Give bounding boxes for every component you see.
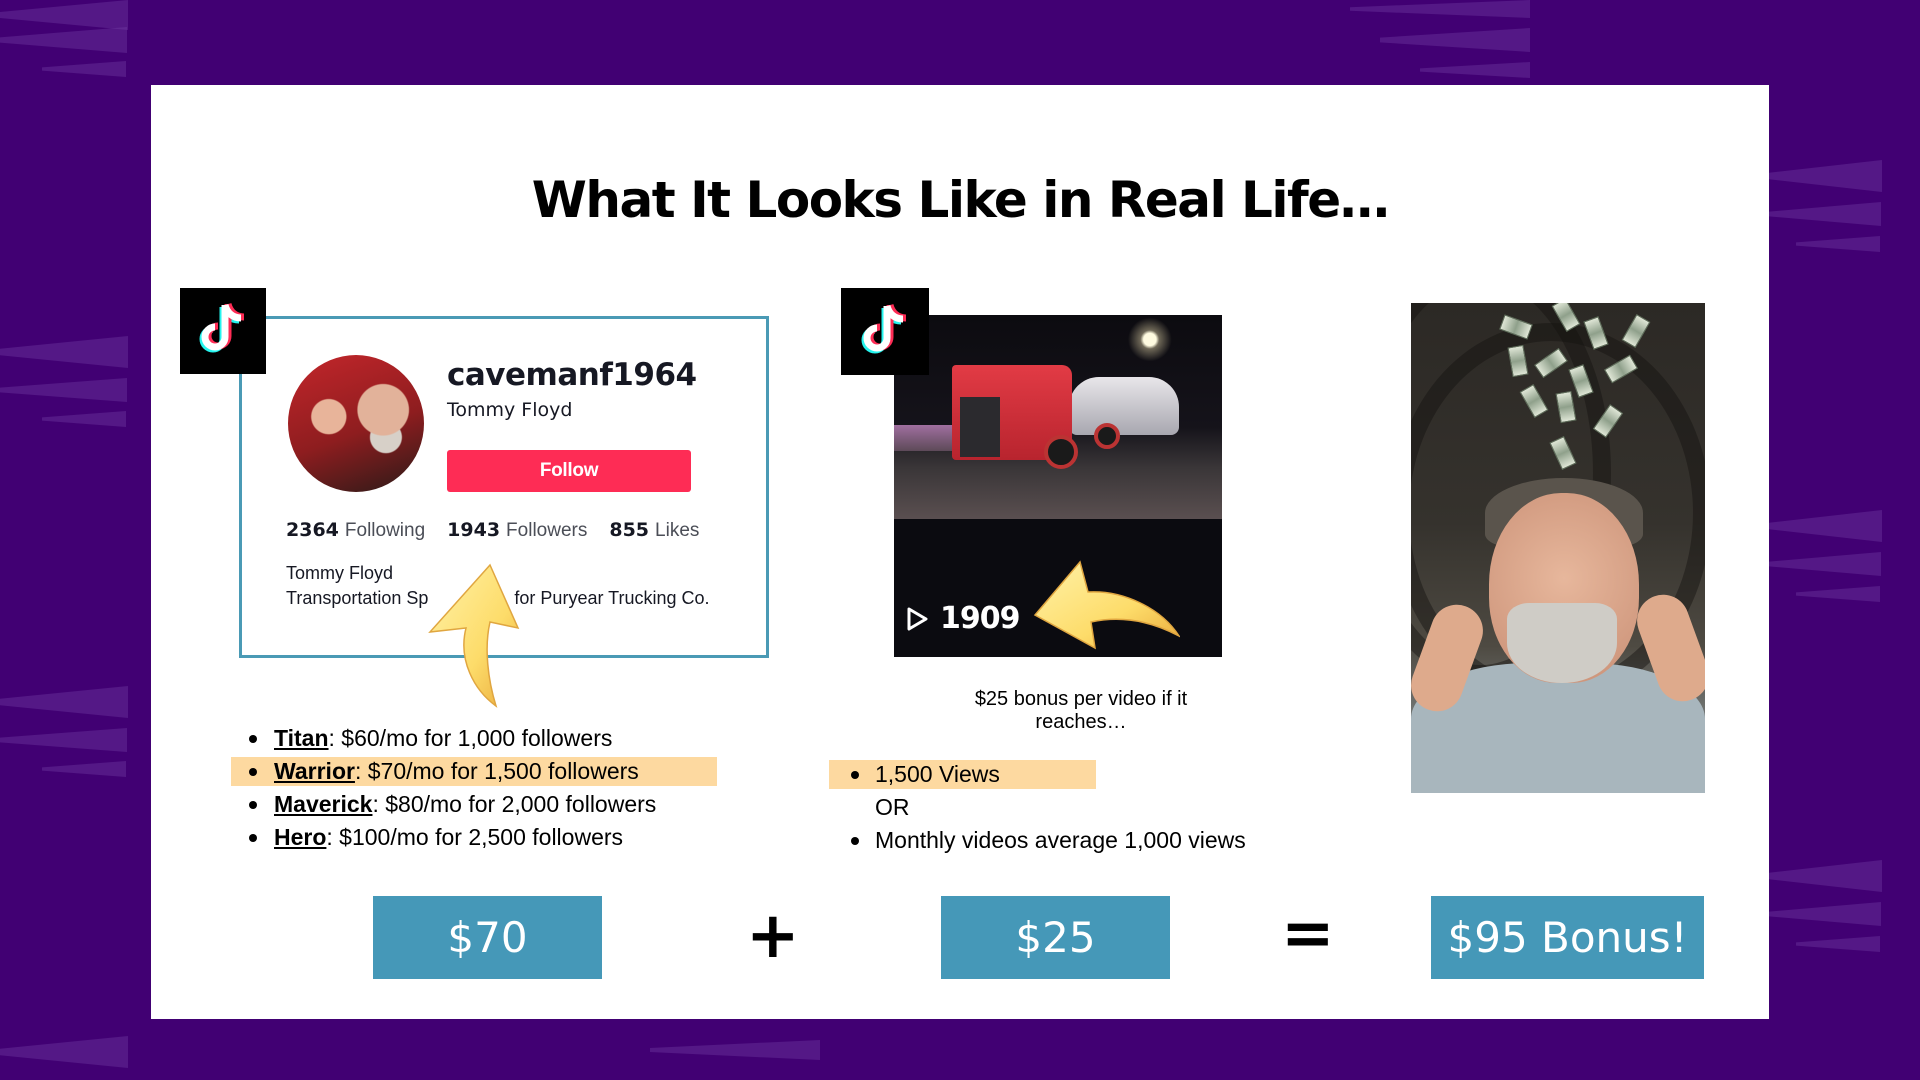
stat-value: 855 [609,519,650,541]
background-decoration [650,1040,820,1060]
stat-followers[interactable]: 1943 Followers [447,519,587,542]
background-decoration [1769,160,1882,192]
or-label: OR [829,791,1279,824]
stat-following[interactable]: 2364 Following [286,519,425,542]
stat-label: Likes [655,520,700,541]
views-conditions: 1,500 Views OR Monthly videos average 1,… [829,758,1279,857]
tier-bonus-box: $70 [373,896,602,979]
bio-text: Transportation Sp [286,588,429,608]
background-decoration [1350,0,1530,18]
tier-name: Titan [274,725,329,751]
tier-desc: : $60/mo for 1,000 followers [328,725,613,751]
background-decoration [1769,902,1881,926]
video-bonus-box: $25 [941,896,1170,979]
bullet [249,800,257,809]
background-decoration [0,27,127,53]
tier-desc: : $80/mo for 2,000 followers [372,791,657,817]
total-bonus-box: $95 Bonus! [1431,896,1704,979]
stat-label: Followers [506,520,588,541]
yellow-arrow-left-icon [1033,560,1180,650]
tier-desc: : $70/mo for 1,500 followers [354,758,639,784]
tier-item-titan: Titan: $60/mo for 1,000 followers [231,722,731,755]
avatar[interactable] [288,355,424,492]
background-decoration [1769,510,1882,542]
background-decoration [1796,586,1880,602]
stat-value: 1943 [447,519,501,541]
tier-item-hero: Hero: $100/mo for 2,500 followers [231,821,731,854]
tier-desc: : $100/mo for 2,500 followers [326,824,624,850]
creator-photo [1411,303,1705,793]
view-count: 1909 [906,601,1020,636]
background-decoration [0,728,127,752]
bio-text: for Puryear Trucking Co. [514,588,710,608]
slide: What It Looks Like in Real Life… caveman… [151,85,1769,1019]
play-icon [907,607,928,630]
background-decoration [0,378,127,402]
background-decoration [1769,552,1881,576]
plus-sign: + [746,899,800,973]
condition-item: Monthly videos average 1,000 views [829,824,1279,857]
stat-value: 2364 [286,519,339,541]
bonus-caption: $25 bonus per video if it reaches… [974,688,1188,733]
profile-display-name: Tommy Floyd [447,399,573,421]
tier-list: Titan: $60/mo for 1,000 followers Warrio… [231,722,731,854]
bullet [249,833,257,842]
tier-name: Maverick [274,791,373,817]
stat-label: Following [344,520,426,541]
slide-title: What It Looks Like in Real Life… [531,171,1390,229]
yellow-arrow-up-icon [428,563,520,708]
background-decoration [1796,936,1880,952]
background-decoration [42,61,126,77]
tiktok-icon [841,288,929,375]
background-decoration [1769,202,1881,226]
profile-stats: 2364 Following 1943 Followers 855 Likes [286,519,699,542]
background-decoration [0,1036,128,1068]
background-decoration [1420,62,1530,78]
tiktok-icon [180,288,266,374]
bullet [249,767,257,776]
equals-sign: = [1281,897,1335,971]
profile-username: cavemanf1964 [447,357,697,393]
truck-image [894,315,1222,519]
bullet [851,836,859,845]
background-decoration [0,686,128,718]
view-count-value: 1909 [940,601,1020,636]
condition-text: Monthly videos average 1,000 views [875,827,1246,853]
background-decoration [1796,236,1880,252]
tier-name: Warrior [274,758,355,784]
background-decoration [42,761,126,777]
background-decoration [1380,28,1530,52]
background-decoration [42,411,126,427]
condition-text: 1,500 Views [875,761,1000,787]
tier-item-warrior: Warrior: $70/mo for 1,500 followers [231,755,731,788]
condition-item: 1,500 Views [829,758,1279,791]
background-decoration [1769,860,1882,892]
follow-button[interactable]: Follow [447,450,691,492]
background-decoration [0,336,128,368]
stat-likes[interactable]: 855 Likes [609,519,699,542]
bullet [851,770,859,779]
or-text: OR [875,794,910,820]
background-decoration [0,0,128,30]
tier-item-maverick: Maverick: $80/mo for 2,000 followers [231,788,731,821]
bullet [249,734,257,743]
tier-name: Hero [274,824,327,850]
